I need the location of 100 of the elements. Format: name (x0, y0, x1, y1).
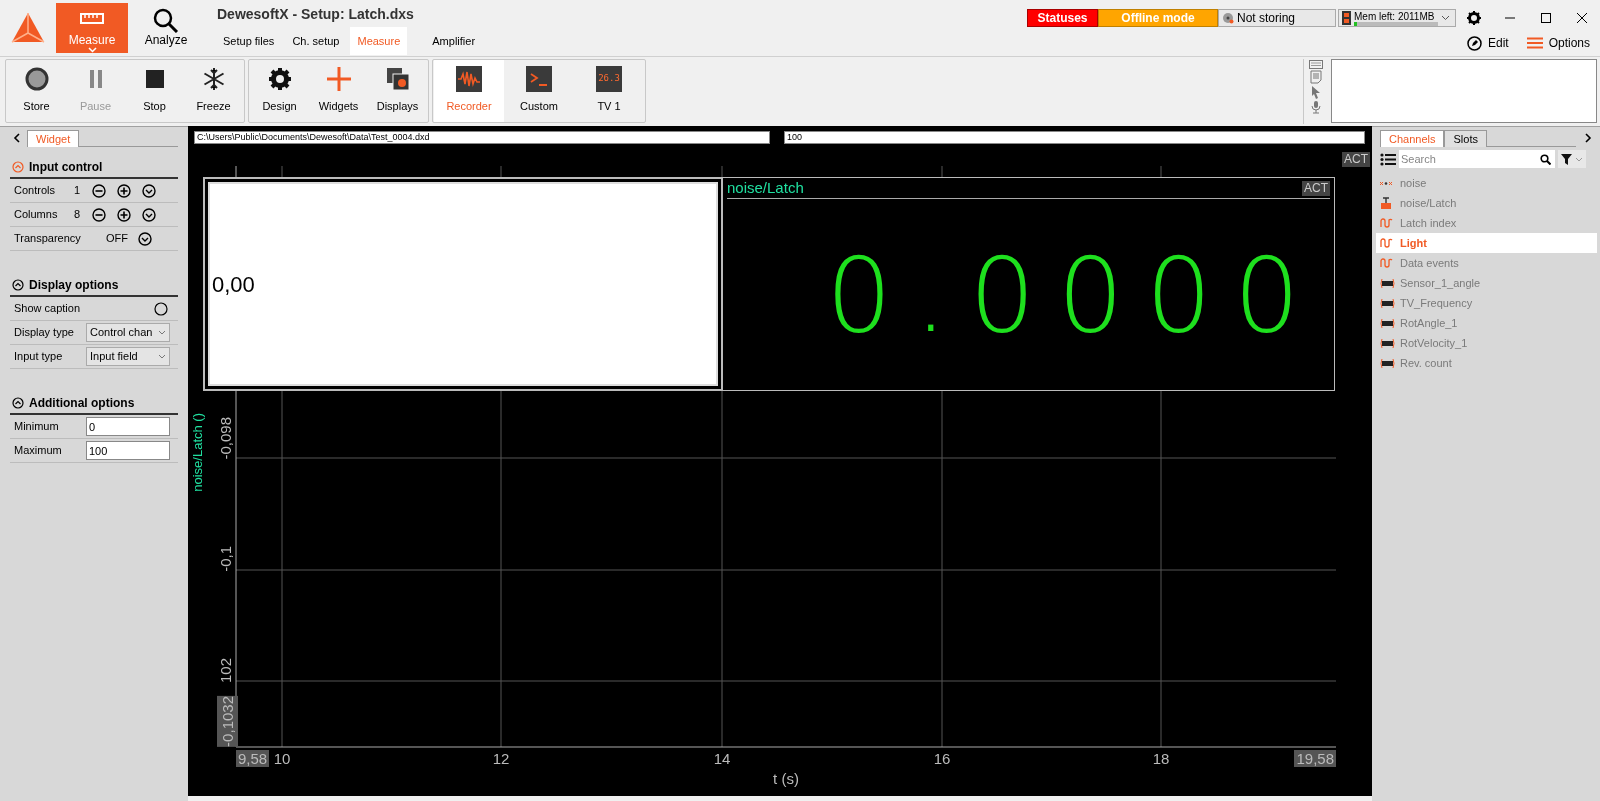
menu-icon (1526, 37, 1543, 49)
field-label: Minimum (14, 419, 60, 435)
panel-tab[interactable]: Slots (1444, 130, 1487, 147)
note-icon[interactable] (1309, 70, 1322, 84)
dropdown-icon (1441, 15, 1450, 21)
minus-icon[interactable] (92, 207, 106, 222)
notes-panel[interactable] (1331, 59, 1597, 123)
action-button[interactable]: Options (1526, 34, 1590, 52)
axis-tick-label: 16 (933, 750, 951, 767)
input-field[interactable]: 100 (86, 441, 170, 460)
microphone-icon[interactable] (1310, 100, 1321, 114)
back-icon[interactable] (13, 133, 21, 143)
terminal-icon (526, 66, 552, 92)
axis-range-label: 19,58 (1294, 750, 1336, 767)
section-title: Display options (29, 277, 119, 294)
dropdown-icon[interactable] (142, 183, 156, 198)
tab[interactable]: Amplifier (425, 27, 483, 55)
axis-title: noise/Latch () (190, 413, 205, 492)
list-icon[interactable] (1380, 152, 1396, 166)
memory-status[interactable]: Mem left: 2011MB (1338, 9, 1456, 27)
toolbar-button[interactable]: Store (7, 60, 66, 122)
field-label: Transparency (14, 231, 82, 247)
waveform-icon (456, 66, 482, 92)
search-icon (152, 7, 180, 33)
field-label: Controls (14, 183, 56, 199)
axis-tick-label: -0,1 (217, 546, 234, 572)
digital-meter[interactable]: noise/Latch ACT 0.0000 (722, 177, 1335, 391)
input-widget[interactable]: 0,00 (208, 182, 718, 386)
sine-wave-icon (1380, 236, 1395, 250)
pencil-icon (1466, 35, 1482, 51)
action-button[interactable]: Edit (1466, 34, 1509, 52)
toolbar-button[interactable]: 26.3 TV 1 (574, 60, 644, 122)
settings-icon[interactable] (1467, 11, 1481, 25)
axis-tick-label: -0,098 (217, 417, 234, 460)
tab[interactable]: Measure (350, 27, 408, 55)
caret-icon (158, 354, 166, 359)
dropdown-icon[interactable] (142, 207, 156, 222)
counter-icon (1380, 356, 1395, 370)
filter-icon (1561, 153, 1572, 165)
plus-icon (325, 66, 352, 92)
meter-value: 0.0000 (826, 239, 1322, 350)
axis-tick-label: 102 (217, 657, 234, 683)
panel-tab[interactable]: Widget (27, 130, 80, 147)
maximize-icon[interactable] (1540, 12, 1552, 24)
axis-range-label: -0,1032 (217, 696, 238, 747)
field-label: Columns (14, 207, 59, 223)
toolbar-button[interactable]: Stop (125, 60, 184, 122)
file-path-field[interactable]: C:\Users\Public\Documents\Dewesoft\Data\Test_0004.dxd (194, 131, 770, 144)
caret-icon (1575, 156, 1583, 162)
toolbar-button[interactable]: Recorder (434, 60, 504, 122)
counter-icon (1380, 336, 1395, 350)
mode-tab[interactable]: Analyze (130, 3, 202, 53)
memory-icon (1342, 11, 1351, 25)
search-field[interactable]: Search (1399, 150, 1555, 168)
collapse-icon[interactable] (12, 397, 24, 409)
axis-range-label: 9,58 (236, 750, 270, 767)
dropdown-icon[interactable] (138, 231, 152, 246)
expand-icon[interactable] (1584, 133, 1592, 143)
storing-status[interactable]: Not storing (1218, 9, 1336, 27)
sine-wave-icon (1380, 256, 1395, 270)
minus-icon[interactable] (92, 183, 106, 198)
toolbar-button[interactable]: Widgets (309, 60, 368, 122)
act-label[interactable]: ACT (1302, 180, 1330, 196)
axis-tick-label: 14 (713, 750, 731, 767)
digital-display-icon: 26.3 (596, 66, 622, 92)
axis-tick-label: 12 (492, 750, 510, 767)
window-title: DewesoftX - Setup: Latch.dxs (216, 5, 415, 24)
input-field[interactable]: 100 (784, 131, 1365, 144)
input-field[interactable]: 0 (86, 417, 170, 436)
act-label[interactable]: ACT (1342, 152, 1370, 167)
meter-caption: noise/Latch (727, 177, 804, 198)
field-label: Input type (14, 349, 64, 365)
radio-button[interactable] (154, 301, 168, 316)
value-text: 8 (74, 207, 82, 223)
keyboard-icon[interactable] (1308, 60, 1323, 69)
collapse-icon[interactable] (12, 279, 24, 291)
toolbar-button[interactable]: Freeze (184, 60, 243, 122)
toolbar-button[interactable]: Design (250, 60, 309, 122)
counter-icon (1380, 296, 1395, 310)
axis-tick-label: 10 (273, 750, 291, 767)
plus-icon[interactable] (117, 207, 131, 222)
logo-icon (10, 11, 46, 45)
axis-tick-label: 18 (1152, 750, 1170, 767)
field-label: Show caption (14, 301, 82, 317)
axis-title: t (s) (773, 770, 799, 787)
plus-icon[interactable] (117, 183, 131, 198)
tab[interactable]: Ch. setup (285, 27, 347, 55)
close-icon[interactable] (1576, 12, 1588, 24)
toolbar-button[interactable]: Custom (504, 60, 574, 122)
counter-icon (1380, 316, 1395, 330)
field-label: Maximum (14, 443, 63, 459)
pointer-icon[interactable] (1310, 85, 1321, 99)
tab[interactable]: Setup files (216, 27, 282, 55)
dropdown[interactable]: Control chan (86, 323, 170, 342)
section-title: Input control (29, 159, 103, 176)
dropdown[interactable]: Input field (86, 347, 170, 366)
filter-button[interactable] (1558, 150, 1586, 168)
toolbar-button[interactable]: Displays (368, 60, 427, 122)
record-icon (23, 66, 50, 92)
statuses-badge[interactable]: Statuses (1027, 9, 1098, 27)
